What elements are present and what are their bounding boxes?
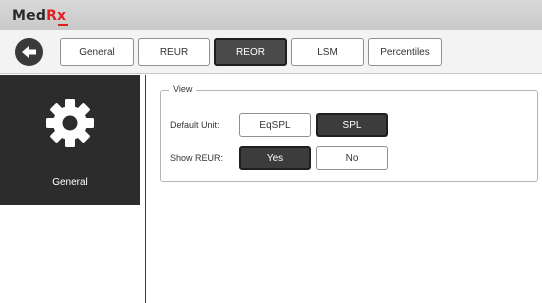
tab-percentiles[interactable]: Percentiles (368, 38, 442, 66)
gear-icon (46, 99, 94, 147)
view-group-title: View (169, 84, 197, 94)
tab-reur-label: REUR (159, 46, 189, 58)
show-reur-yes-button[interactable]: Yes (239, 146, 311, 170)
logo-main-text: Med (12, 8, 47, 24)
view-group: View Default Unit: EqSPL SPL Show REUR: … (160, 84, 538, 182)
eqspl-button-label: EqSPL (259, 119, 291, 131)
tab-general[interactable]: General (60, 38, 134, 66)
arrow-left-icon (22, 46, 36, 58)
toolbar: General REUR REOR LSM Percentiles (0, 30, 542, 74)
spl-button[interactable]: SPL (316, 113, 388, 137)
tab-general-label: General (79, 46, 115, 58)
sidebar-item-general[interactable]: General (0, 75, 140, 205)
tab-percentiles-label: Percentiles (380, 46, 430, 58)
sidebar-item-label: General (52, 177, 88, 188)
default-unit-label: Default Unit: (170, 120, 220, 130)
eqspl-button[interactable]: EqSPL (239, 113, 311, 137)
back-button[interactable] (15, 38, 43, 66)
sidebar-divider (145, 75, 146, 303)
spl-button-label: SPL (342, 119, 362, 131)
logo-accent-text: Rx (46, 8, 67, 24)
tab-reor[interactable]: REOR (214, 38, 287, 66)
yes-button-label: Yes (266, 152, 284, 164)
logo-underline (58, 24, 68, 26)
tab-lsm-label: LSM (317, 46, 338, 58)
tab-reor-label: REOR (236, 46, 265, 58)
medrx-logo: Med Rx (12, 8, 68, 26)
show-reur-label: Show REUR: (170, 153, 224, 163)
tab-lsm[interactable]: LSM (291, 38, 364, 66)
tab-reur[interactable]: REUR (138, 38, 210, 66)
title-bar: Med Rx (0, 0, 542, 30)
no-button-label: No (345, 152, 359, 164)
show-reur-no-button[interactable]: No (316, 146, 388, 170)
